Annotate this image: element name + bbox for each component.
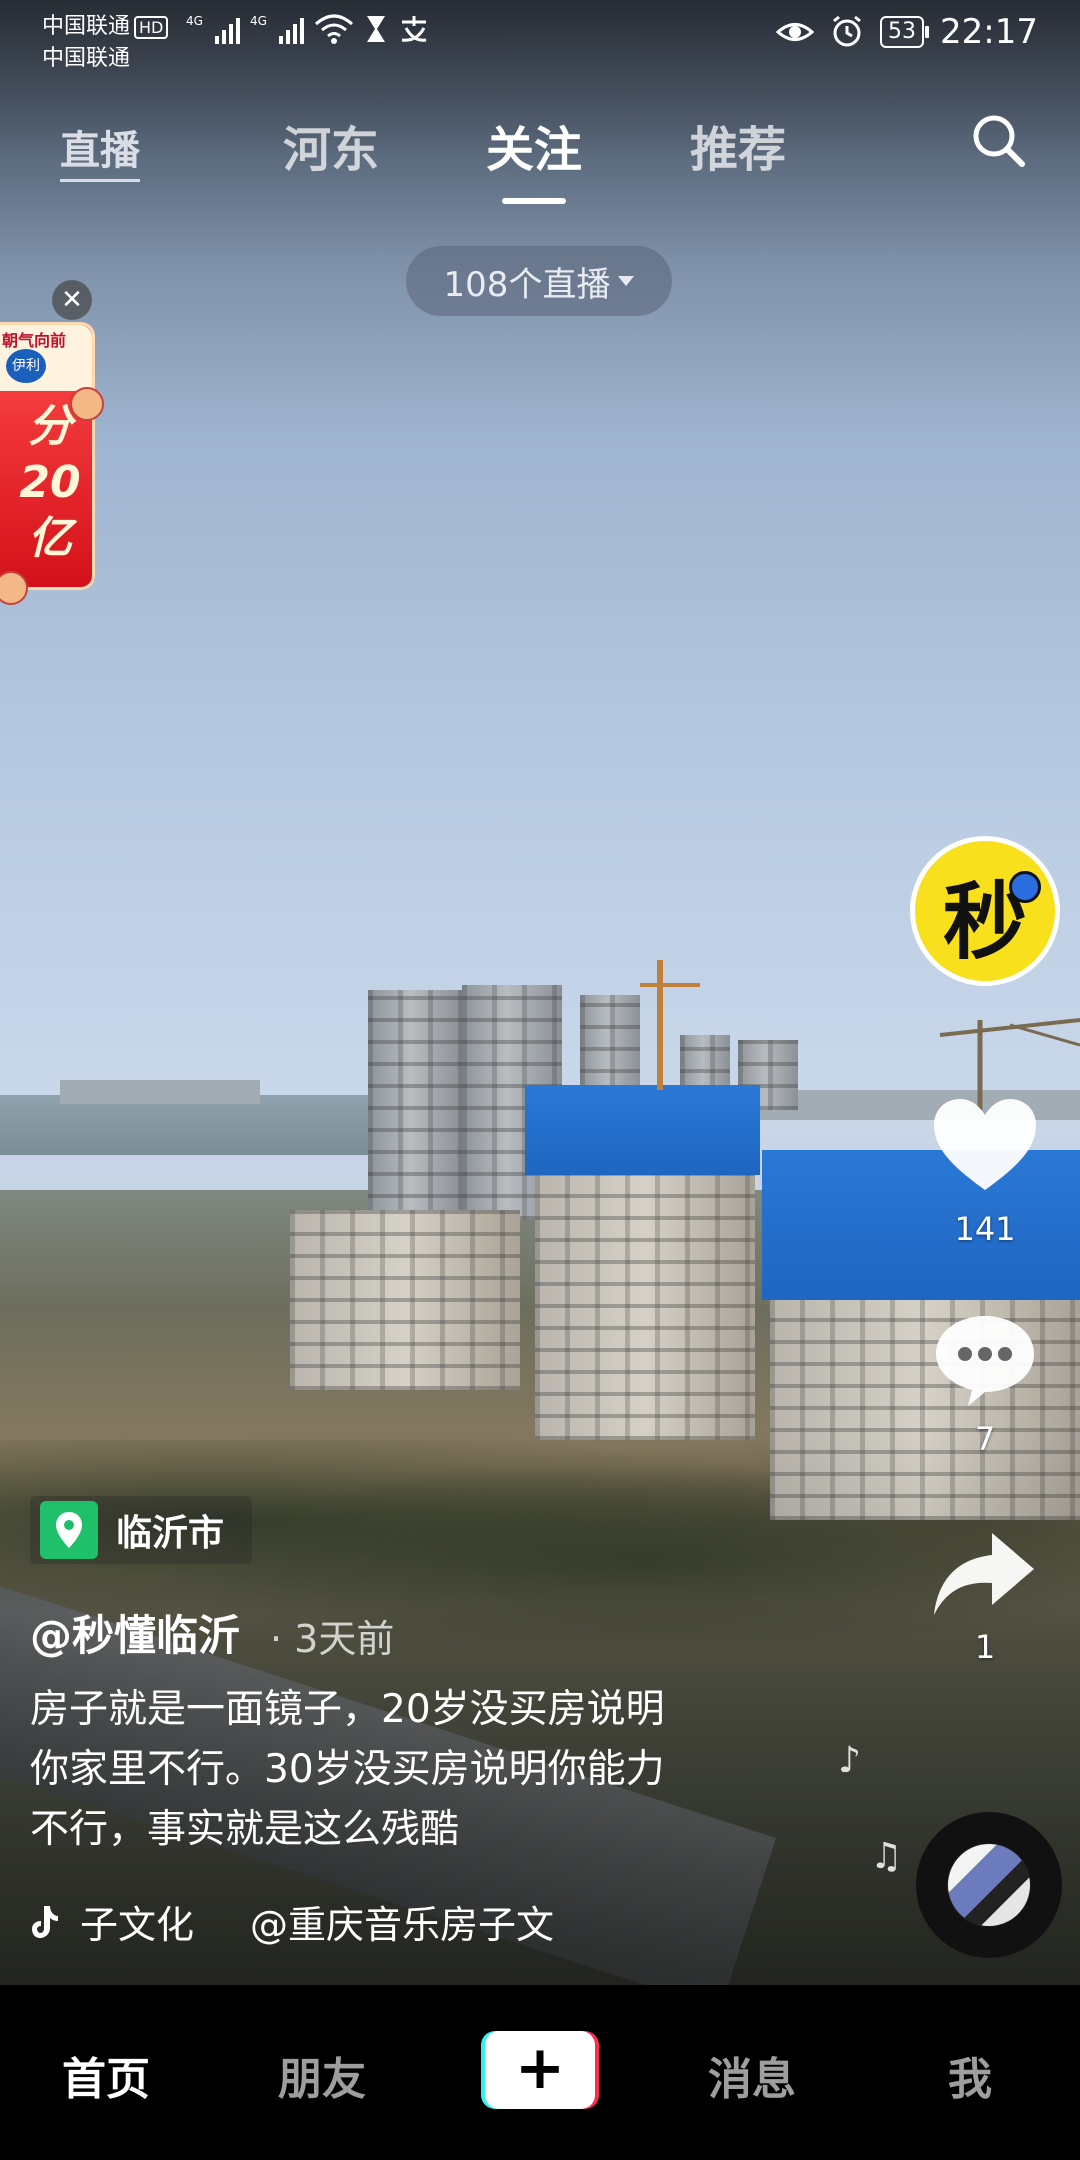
music-author: @重庆音乐房子文 — [250, 1903, 555, 1947]
nav-home[interactable]: 首页 — [62, 2043, 150, 2107]
avatar-badge — [1009, 871, 1041, 903]
video-caption[interactable]: 房子就是一面镜子，20岁没买房说明 你家里不行。30岁没买房说明你能力 不行，事… — [30, 1680, 790, 1860]
active-tab-indicator — [502, 198, 566, 204]
location-pin-icon — [40, 1501, 98, 1559]
caption-line: 不行，事实就是这么残酷 — [30, 1807, 460, 1852]
carrier-label: 中国联通 — [42, 14, 131, 39]
alipay-icon — [401, 16, 427, 42]
caption-line: 房子就是一面镜子，20岁没买房说明 — [30, 1687, 665, 1732]
nav-friends[interactable]: 朋友 — [278, 2043, 366, 2107]
create-button[interactable]: + — [481, 2031, 599, 2109]
brand-logo: 伊利 — [6, 349, 46, 383]
top-nav: 直播 河东 关注 推荐 — [0, 100, 1080, 204]
battery-icon: 53 — [880, 16, 930, 48]
promo-badge[interactable]: 朝气向前 伊利 分20亿 — [0, 322, 104, 605]
music-title: 子文化 — [80, 1903, 195, 1947]
nav-messages[interactable]: 消息 — [708, 2043, 796, 2107]
status-bar: 中国联通 HD 中国联通 4G 4G 53 22:17 — [0, 0, 1080, 71]
carrier-primary: 中国联通 HD — [42, 8, 169, 40]
tab-label: 关注 — [486, 122, 583, 178]
hourglass-icon — [366, 16, 385, 42]
promo-slogan: 朝气向前 — [2, 331, 67, 350]
hd-badge: HD — [134, 16, 169, 39]
live-button[interactable]: 直播 — [60, 118, 140, 182]
nav-me[interactable]: 我 — [948, 2043, 992, 2107]
signal-icon — [214, 18, 240, 44]
live-count-label: 108个直播 — [443, 264, 611, 305]
author-avatar[interactable]: 秒 — [910, 836, 1060, 986]
promo-header: 朝气向前 伊利 — [0, 325, 92, 391]
caret-down-icon — [618, 276, 635, 286]
signal-icons: 4G 4G — [186, 14, 430, 44]
ad-close-button[interactable]: ✕ — [52, 280, 92, 320]
music-disc[interactable] — [916, 1812, 1062, 1958]
caption-line: 你家里不行。30岁没买房说明你能力 — [30, 1747, 665, 1792]
music-cover-image — [948, 1844, 1030, 1926]
promo-text: 分20亿 — [19, 401, 81, 564]
music-info[interactable]: 子文化 @重庆音乐房子文 — [30, 1894, 554, 1949]
share-count: 1 — [974, 1628, 996, 1666]
signal-icon — [278, 18, 304, 44]
location-tag[interactable]: 临沂市 — [30, 1496, 253, 1564]
tab-following[interactable]: 关注 — [486, 110, 583, 204]
coin-icon — [70, 387, 104, 421]
wifi-icon — [314, 14, 353, 44]
tab-recommended[interactable]: 推荐 — [690, 110, 786, 180]
live-count-dropdown[interactable]: 108个直播 — [406, 246, 672, 316]
close-icon: ✕ — [61, 285, 83, 315]
search-icon[interactable] — [968, 110, 1028, 170]
like-count: 141 — [954, 1210, 1016, 1248]
tiktok-note-icon — [32, 1905, 58, 1938]
bottom-nav: 首页 朋友 + 消息 我 — [0, 1985, 1080, 2160]
music-note-icon: ♫ — [870, 1836, 903, 1877]
comment-button[interactable] — [930, 1310, 1040, 1410]
author-name[interactable]: @秒懂临沂 — [30, 1602, 240, 1663]
like-button[interactable] — [930, 1095, 1040, 1195]
live-label: 直播 — [60, 128, 140, 174]
network-type: 4G — [186, 14, 203, 28]
network-type: 4G — [249, 14, 267, 28]
share-button[interactable] — [930, 1525, 1040, 1625]
music-note-icon: ♪ — [838, 1740, 861, 1781]
comment-count: 7 — [974, 1420, 996, 1458]
post-time: · 3天前 — [270, 1617, 395, 1661]
location-label: 临沂市 — [116, 1513, 225, 1554]
carrier-secondary: 中国联通 — [42, 46, 131, 71]
tab-local[interactable]: 河东 — [283, 110, 379, 180]
status-right: 53 22:17 — [776, 12, 1038, 52]
eye-comfort-icon — [776, 23, 815, 41]
plus-icon: + — [514, 2033, 566, 2103]
clock: 22:17 — [940, 12, 1038, 52]
alarm-icon — [833, 15, 861, 47]
